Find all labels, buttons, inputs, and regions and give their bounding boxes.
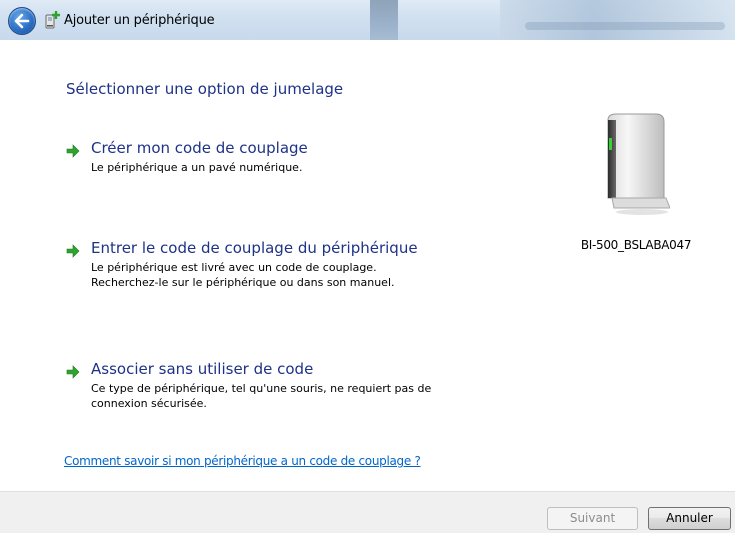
- pairing-code-help-link[interactable]: Comment savoir si mon périphérique a un …: [64, 454, 421, 468]
- back-arrow-icon: [14, 13, 30, 29]
- option-pair-without-code[interactable]: Associer sans utiliser de code Ce type d…: [66, 360, 526, 421]
- title-bar: Ajouter un périphérique: [0, 0, 735, 40]
- cancel-button[interactable]: Annuler: [648, 507, 731, 530]
- option-enter-device-pairing-code[interactable]: Entrer le code de couplage du périphériq…: [66, 239, 526, 300]
- page-title: Sélectionner une option de jumelage: [66, 80, 344, 98]
- green-arrow-icon: [66, 244, 80, 258]
- window-title: Ajouter un périphérique: [64, 13, 215, 28]
- option-description-line: Le périphérique est livré avec un code d…: [91, 261, 377, 274]
- green-arrow-icon: [66, 365, 80, 379]
- add-device-icon: [45, 11, 60, 29]
- option-description-line: Recherchez-le sur le périphérique ou dan…: [91, 276, 395, 289]
- add-device-window: Ajouter un périphérique Sélectionner une…: [0, 0, 735, 533]
- device-name: BI-500_BSLABA047: [580, 238, 692, 252]
- option-title[interactable]: Créer mon code de couplage: [91, 139, 308, 157]
- footer: Suivant Annuler: [0, 491, 735, 533]
- option-description: Le périphérique a un pavé numérique.: [91, 160, 531, 175]
- option-title[interactable]: Associer sans utiliser de code: [91, 360, 313, 378]
- green-arrow-icon: [66, 144, 80, 158]
- option-create-pairing-code[interactable]: Créer mon code de couplage Le périphériq…: [66, 139, 526, 182]
- title-bar-glass: [370, 0, 398, 40]
- option-description: Le périphérique est livré avec un code d…: [91, 260, 531, 290]
- next-button[interactable]: Suivant: [547, 507, 638, 530]
- storage-device-icon: [607, 113, 670, 215]
- title-bar-glass: [500, 0, 735, 40]
- option-title[interactable]: Entrer le code de couplage du périphériq…: [91, 239, 418, 257]
- back-button[interactable]: [8, 7, 36, 35]
- option-description-line: Le périphérique a un pavé numérique.: [91, 161, 303, 174]
- option-description-line: connexion sécurisée.: [91, 397, 207, 410]
- option-description: Ce type de périphérique, tel qu'une sour…: [91, 381, 531, 411]
- option-description-line: Ce type de périphérique, tel qu'une sour…: [91, 382, 432, 395]
- title-bar-glass: [525, 22, 725, 30]
